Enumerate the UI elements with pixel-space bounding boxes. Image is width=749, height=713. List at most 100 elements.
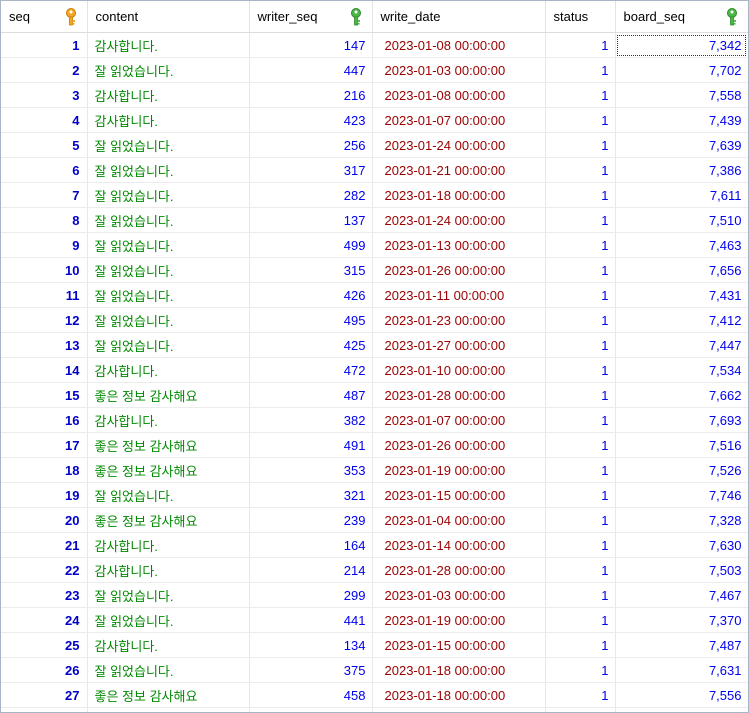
cell-writer-seq[interactable]: 382 [249, 407, 373, 433]
cell-content[interactable]: 감사합니다. [87, 632, 250, 658]
cell-board-seq[interactable]: 7,630 [615, 532, 748, 558]
cell-status[interactable]: 1 [545, 607, 616, 633]
cell-writer-seq[interactable]: 282 [249, 182, 373, 208]
cell-content[interactable]: 잘 읽었습니다. [87, 332, 250, 358]
cell-board-seq[interactable]: 7,503 [615, 557, 748, 583]
cell-seq[interactable]: 25 [1, 632, 88, 658]
table-row[interactable]: 8잘 읽었습니다. 137 2023-01-24 00:00:00 1 7,510 [1, 207, 748, 233]
cell-status[interactable]: 1 [545, 482, 616, 508]
cell-writer-seq[interactable]: 499 [249, 232, 373, 258]
cell-seq[interactable]: 6 [1, 157, 88, 183]
cell-board-seq[interactable]: 7,534 [615, 357, 748, 383]
cell-status[interactable]: 1 [545, 532, 616, 558]
cell-status[interactable]: 1 [545, 357, 616, 383]
cell-status[interactable]: 1 [545, 207, 616, 233]
cell-seq[interactable]: 9 [1, 232, 88, 258]
cell-content[interactable]: 잘 읽었습니다. [87, 57, 250, 83]
cell-write-date[interactable]: 2023-01-13 00:00:00 [372, 232, 546, 258]
cell-seq[interactable]: 4 [1, 107, 88, 133]
cell-content[interactable]: 잘 읽었습니다. [87, 582, 250, 608]
cell-seq[interactable]: 27 [1, 682, 88, 708]
cell-seq[interactable]: 8 [1, 207, 88, 233]
cell-writer-seq[interactable]: 164 [249, 532, 373, 558]
cell-writer-seq[interactable]: 321 [249, 482, 373, 508]
column-header-writer-seq[interactable]: writer_seq [249, 1, 373, 33]
cell-seq[interactable]: 15 [1, 382, 88, 408]
cell-writer-seq[interactable]: 214 [249, 557, 373, 583]
table-row[interactable]: 11 잘 읽었습니다. 426 2023-01-11 00:00:00 1 7,431 [1, 282, 748, 308]
table-row[interactable]: 14 감사합니다. 472 2023-01-10 00:00:00 1 7,534 [1, 357, 748, 383]
cell-status[interactable]: 1 [545, 82, 616, 108]
cell-status[interactable]: 1 [545, 657, 616, 683]
cell-status[interactable]: 1 [545, 682, 616, 708]
cell-status[interactable]: 1 [545, 157, 616, 183]
cell-content[interactable]: 잘 읽었습니다. [87, 282, 250, 308]
cell-content[interactable]: 잘 읽었습니다. [87, 157, 250, 183]
table-row[interactable]: 25 감사합니다. 134 2023-01-15 00:00:00 1 7,487 [1, 632, 748, 658]
cell-status[interactable]: 1 [545, 582, 616, 608]
table-row[interactable]: 2잘 읽었습니다. 447 2023-01-03 00:00:00 1 7,702 [1, 57, 748, 83]
cell-status[interactable]: 1 [545, 182, 616, 208]
cell-seq[interactable]: 18 [1, 457, 88, 483]
cell-write-date[interactable]: 2023-01-08 00:00:00 [372, 32, 546, 58]
cell-seq[interactable]: 26 [1, 657, 88, 683]
cell-content[interactable]: 잘 읽었습니다. [87, 607, 250, 633]
cell-content[interactable]: 좋은 정보 감사해요 [87, 707, 250, 712]
cell-write-date[interactable]: 2023-01-28 00:00:00 [372, 557, 546, 583]
cell-writer-seq[interactable]: 425 [249, 332, 373, 358]
cell-seq[interactable]: 3 [1, 82, 88, 108]
cell-content[interactable]: 감사합니다. [87, 107, 250, 133]
cell-content[interactable]: 좋은 정보 감사해요 [87, 682, 250, 708]
cell-writer-seq[interactable]: 458 [249, 682, 373, 708]
cell-writer-seq[interactable]: 299 [249, 582, 373, 608]
cell-status[interactable]: 1 [545, 57, 616, 83]
table-row[interactable]: 19 잘 읽었습니다. 321 2023-01-15 00:00:00 1 7,746 [1, 482, 748, 508]
cell-write-date[interactable]: 2023-01-11 00:00:00 [372, 282, 546, 308]
cell-board-seq[interactable]: 7,639 [615, 132, 748, 158]
cell-writer-seq[interactable]: 487 [249, 382, 373, 408]
cell-write-date[interactable]: 2023-01-15 00:00:00 [372, 482, 546, 508]
cell-seq[interactable]: 24 [1, 607, 88, 633]
cell-writer-seq[interactable]: 423 [249, 107, 373, 133]
cell-board-seq[interactable]: 7,463 [615, 232, 748, 258]
cell-board-seq[interactable]: 7,662 [615, 382, 748, 408]
cell-seq[interactable]: 5 [1, 132, 88, 158]
cell-seq[interactable]: 2 [1, 57, 88, 83]
cell-write-date[interactable]: 2023-01-03 00:00:00 [372, 582, 546, 608]
table-row[interactable]: 18 좋은 정보 감사해요 353 2023-01-19 00:00:00 1 7,526 [1, 457, 748, 483]
table-row[interactable]: 1 감사합니다. 147 2023-01-08 00:00:00 1 7,342 [1, 32, 748, 58]
cell-content[interactable]: 잘 읽었습니다. [87, 132, 250, 158]
cell-status[interactable]: 1 [545, 307, 616, 333]
cell-content[interactable]: 잘 읽었습니다. [87, 182, 250, 208]
cell-seq[interactable]: 11 [1, 282, 88, 308]
cell-write-date[interactable]: 2023-01-21 00:00:00 [372, 157, 546, 183]
column-header-status[interactable]: status [545, 1, 616, 33]
cell-board-seq[interactable]: 7,556 [615, 682, 748, 708]
cell-writer-seq[interactable]: 495 [249, 307, 373, 333]
cell-content[interactable]: 좋은 정보 감사해요 [87, 432, 250, 458]
column-header-board-seq[interactable]: board_seq [615, 1, 748, 33]
cell-writer-seq[interactable]: 239 [249, 507, 373, 533]
cell-board-seq[interactable]: 7,516 [615, 432, 748, 458]
cell-board-seq[interactable]: 7,526 [615, 457, 748, 483]
cell-content[interactable]: 감사합니다. [87, 32, 250, 58]
cell-status[interactable]: 1 [545, 632, 616, 658]
column-header-seq[interactable]: seq [1, 1, 88, 33]
table-row[interactable]: 13 잘 읽었습니다. 425 2023-01-27 00:00:00 1 7,447 [1, 332, 748, 358]
cell-board-seq[interactable]: 7,342 [615, 32, 748, 58]
table-row[interactable]: 16 감사합니다. 382 2023-01-07 00:00:00 1 7,693 [1, 407, 748, 433]
cell-board-seq[interactable]: 7,631 [615, 657, 748, 683]
table-row[interactable]: 20 좋은 정보 감사해요 239 2023-01-04 00:00:00 1 7,328 [1, 507, 748, 533]
cell-content[interactable]: 감사합니다. [87, 357, 250, 383]
cell-write-date[interactable]: 2023-01-23 00:00:00 [372, 307, 546, 333]
table-row[interactable]: 22 감사합니다. 214 2023-01-28 00:00:00 1 7,503 [1, 557, 748, 583]
cell-board-seq[interactable]: 7,467 [615, 582, 748, 608]
table-row[interactable]: 27 좋은 정보 감사해요 458 2023-01-18 00:00:00 1 7,556 [1, 682, 748, 708]
table-row[interactable]: 4 감사합니다. 423 2023-01-07 00:00:00 1 7,439 [1, 107, 748, 133]
table-row[interactable]: 10 잘 읽었습니다. 315 2023-01-26 00:00:00 1 7,656 [1, 257, 748, 283]
cell-write-date[interactable]: 2023-01-03 00:00:00 [372, 57, 546, 83]
cell-seq[interactable]: 23 [1, 582, 88, 608]
cell-writer-seq[interactable]: 491 [249, 432, 373, 458]
table-row[interactable]: 좋은 정보 감사해요 [1, 707, 748, 712]
cell-board-seq[interactable]: 7,558 [615, 82, 748, 108]
